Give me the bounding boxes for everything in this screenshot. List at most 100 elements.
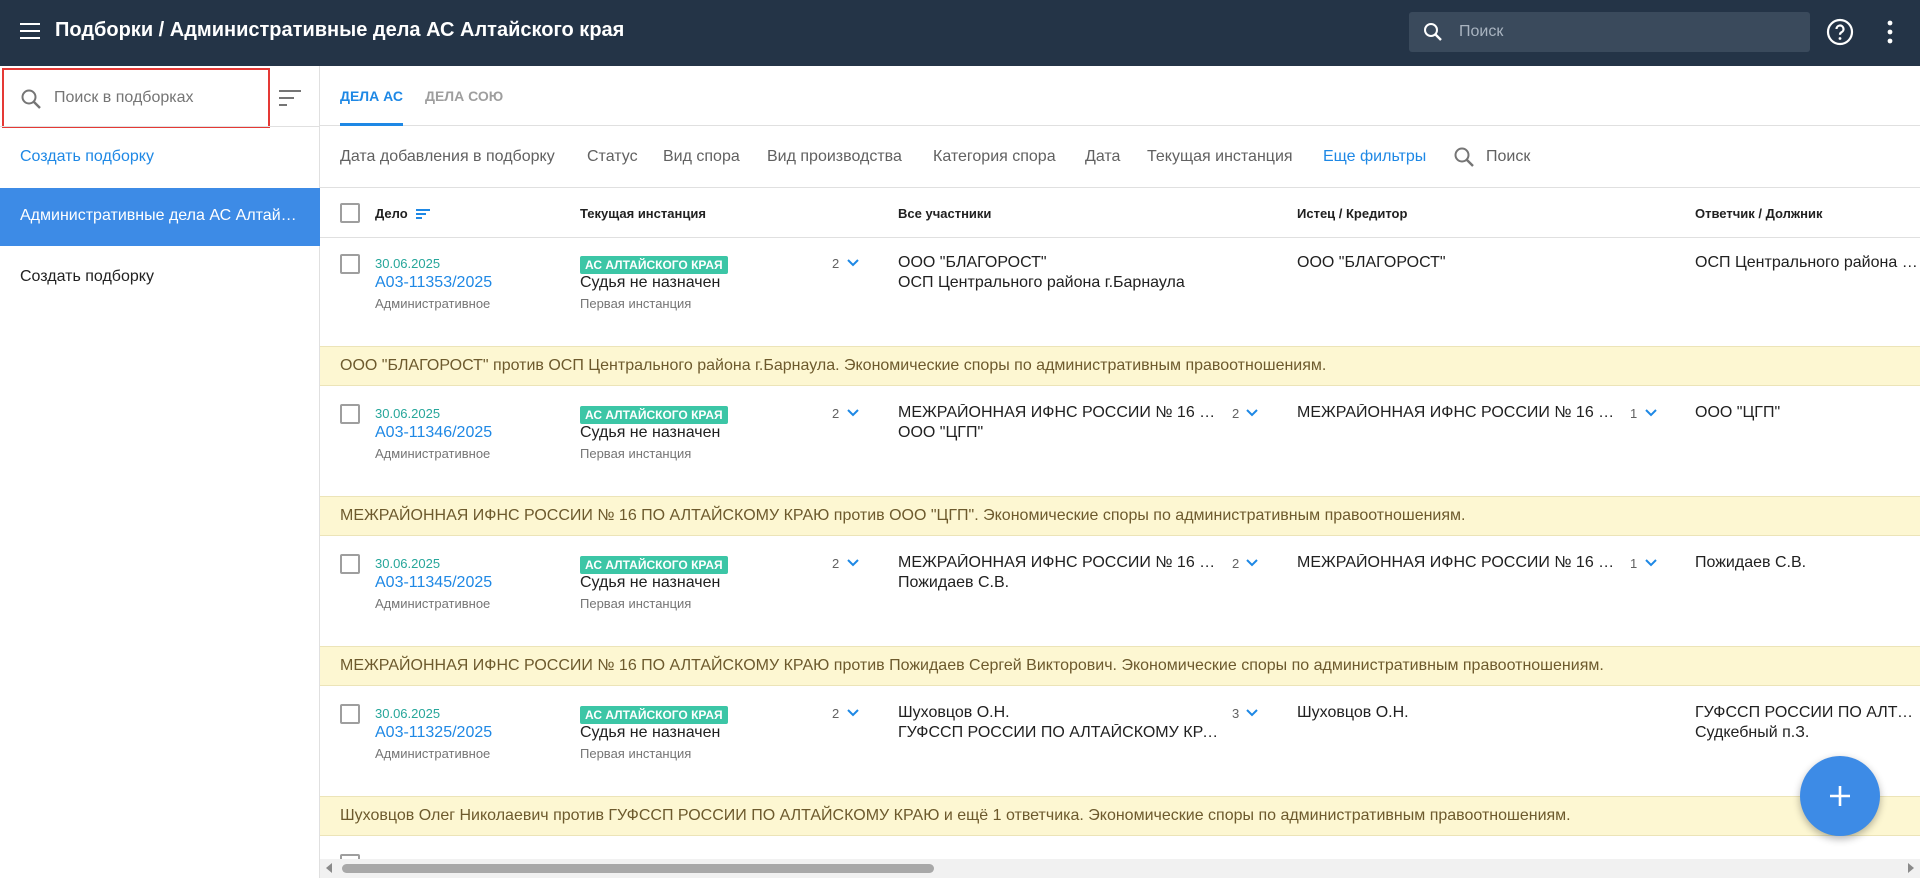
column-case[interactable]: Дело [375, 206, 408, 221]
plaintiff-count: 1 [1630, 556, 1638, 571]
search-icon [1424, 23, 1442, 41]
judge: Судья не назначен [580, 424, 721, 441]
court-badge: АС АЛТАЙСКОГО КРАЯ [580, 706, 728, 724]
plaintiff: ООО "БЛАГОРОСТ" [1297, 254, 1446, 271]
filter-proceeding-type[interactable]: Вид производства [767, 148, 902, 166]
create-collection-link[interactable]: Создать подборку [20, 148, 154, 166]
collections-search[interactable] [2, 68, 270, 128]
table-row[interactable]: 30.06.2025 А03-11353/2025 Административн… [320, 238, 1920, 348]
sidebar-item-create-collection[interactable]: Создать подборку [20, 268, 154, 286]
chevron-down-icon[interactable] [1246, 408, 1258, 418]
search-icon [21, 89, 41, 109]
search-icon[interactable] [1453, 146, 1475, 168]
participant: Пожидаев С.В. [898, 574, 1010, 591]
row-checkbox[interactable] [340, 554, 360, 574]
case-date: 30.06.2025 [375, 256, 441, 271]
select-all-checkbox[interactable] [340, 203, 360, 223]
chevron-down-icon[interactable] [847, 558, 859, 568]
participant: ГУФССП РОССИИ ПО АЛТАЙСКОМУ КРАЮ [898, 724, 1228, 741]
chevron-down-icon[interactable] [1645, 558, 1657, 568]
filter-dispute-type[interactable]: Вид спора [663, 148, 740, 166]
instance-count: 2 [832, 406, 840, 421]
chevron-down-icon[interactable] [847, 408, 859, 418]
filter-current-instance[interactable]: Текущая инстанция [1147, 148, 1293, 166]
case-number-link[interactable]: А03-11346/2025 [375, 424, 492, 442]
tab-cases-sou[interactable]: ДЕЛА СОЮ [425, 88, 503, 104]
chevron-down-icon[interactable] [847, 708, 859, 718]
global-search[interactable] [1409, 12, 1810, 52]
instance: Первая инстанция [580, 746, 692, 761]
row-checkbox[interactable] [340, 254, 360, 274]
scroll-right-arrow-icon[interactable] [1908, 863, 1914, 873]
page-title: Подборки / Административные дела АС Алта… [55, 19, 625, 41]
judge: Судья не назначен [580, 724, 721, 741]
sidebar: Создать подборку Административные дела А… [0, 66, 320, 878]
filter-status[interactable]: Статус [587, 148, 638, 166]
court-badge: АС АЛТАЙСКОГО КРАЯ [580, 406, 728, 424]
table-row[interactable]: 30.06.2025 А03-11346/2025 Административн… [320, 388, 1920, 498]
sidebar-item-admin-cases[interactable]: Административные дела АС Алтайского края [0, 188, 320, 246]
plus-icon [1830, 786, 1850, 806]
instance-count: 2 [832, 256, 840, 271]
case-type: Административное [375, 746, 491, 761]
horizontal-scrollbar[interactable] [320, 859, 1920, 878]
case-date: 30.06.2025 [375, 706, 441, 721]
column-defendant: Ответчик / Должник [1695, 206, 1823, 221]
filter-dispute-category[interactable]: Категория спора [933, 148, 1056, 166]
row-checkbox[interactable] [340, 404, 360, 424]
court-badge: АС АЛТАЙСКОГО КРАЯ [580, 256, 728, 274]
scrollbar-thumb[interactable] [342, 864, 934, 873]
help-icon[interactable] [1826, 18, 1854, 46]
participants-count: 2 [1232, 406, 1240, 421]
instance: Первая инстанция [580, 596, 692, 611]
participant: ООО "БЛАГОРОСТ" [898, 254, 1047, 271]
case-summary: Шуховцов Олег Николаевич против ГУФССП Р… [320, 796, 1920, 836]
instance: Первая инстанция [580, 446, 692, 461]
more-vert-icon[interactable] [1880, 19, 1900, 45]
main-content: ДЕЛА АС ДЕЛА СОЮ Дата добавления в подбо… [320, 66, 1920, 878]
filter-search-label[interactable]: Поиск [1486, 148, 1530, 166]
table-header: Дело Текущая инстанция Все участники Ист… [320, 188, 1920, 238]
case-summary: МЕЖРАЙОННАЯ ИФНС РОССИИ № 16 ПО АЛТАЙСКО… [320, 646, 1920, 686]
plaintiff-count: 1 [1630, 406, 1638, 421]
case-type: Административное [375, 446, 491, 461]
case-date: 30.06.2025 [375, 556, 441, 571]
sidebar-divider [0, 126, 320, 127]
case-type: Административное [375, 296, 491, 311]
case-number-link[interactable]: А03-11345/2025 [375, 574, 492, 592]
instance-count: 2 [832, 556, 840, 571]
chevron-down-icon[interactable] [847, 258, 859, 268]
chevron-down-icon[interactable] [1246, 708, 1258, 718]
defendant: ГУФССП РОССИИ ПО АЛТАЙСКОМУ КРАЮ [1695, 704, 1920, 721]
tab-cases-as[interactable]: ДЕЛА АС [340, 88, 403, 104]
participant: МЕЖРАЙОННАЯ ИФНС РОССИИ № 16 ПО АЛТАЙСКО… [898, 404, 1216, 421]
chevron-down-icon[interactable] [1645, 408, 1657, 418]
filter-more[interactable]: Еще фильтры [1323, 148, 1426, 166]
column-participants: Все участники [898, 206, 992, 221]
column-current-instance: Текущая инстанция [580, 206, 706, 221]
top-bar: Подборки / Административные дела АС Алта… [0, 0, 1920, 66]
scroll-left-arrow-icon[interactable] [326, 863, 332, 873]
global-search-input[interactable] [1459, 12, 1799, 52]
participants-count: 2 [1232, 556, 1240, 571]
case-number-link[interactable]: А03-11325/2025 [375, 724, 492, 742]
case-number-link[interactable]: А03-11353/2025 [375, 274, 492, 292]
table-row[interactable]: 30.06.2025 А03-11345/2025 Административн… [320, 538, 1920, 648]
filter-bar: Дата добавления в подборку Статус Вид сп… [320, 126, 1920, 188]
participant: ООО "ЦГП" [898, 424, 984, 441]
sort-icon[interactable] [278, 88, 302, 108]
sort-icon[interactable] [416, 208, 430, 220]
menu-icon[interactable] [20, 23, 40, 39]
participant: Шуховцов О.Н. [898, 704, 1010, 721]
row-checkbox[interactable] [340, 704, 360, 724]
collections-search-input[interactable] [54, 78, 264, 118]
defendant: Пожидаев С.В. [1695, 554, 1807, 571]
filter-date-added[interactable]: Дата добавления в подборку [340, 148, 555, 166]
chevron-down-icon[interactable] [1246, 558, 1258, 568]
participant: ОСП Центрального района г.Барнаула [898, 274, 1185, 291]
judge: Судья не назначен [580, 574, 721, 591]
table-row[interactable]: 30.06.2025 А03-11325/2025 Административн… [320, 688, 1920, 798]
column-plaintiff: Истец / Кредитор [1297, 206, 1408, 221]
add-button[interactable] [1800, 756, 1880, 836]
filter-date[interactable]: Дата [1085, 148, 1120, 166]
